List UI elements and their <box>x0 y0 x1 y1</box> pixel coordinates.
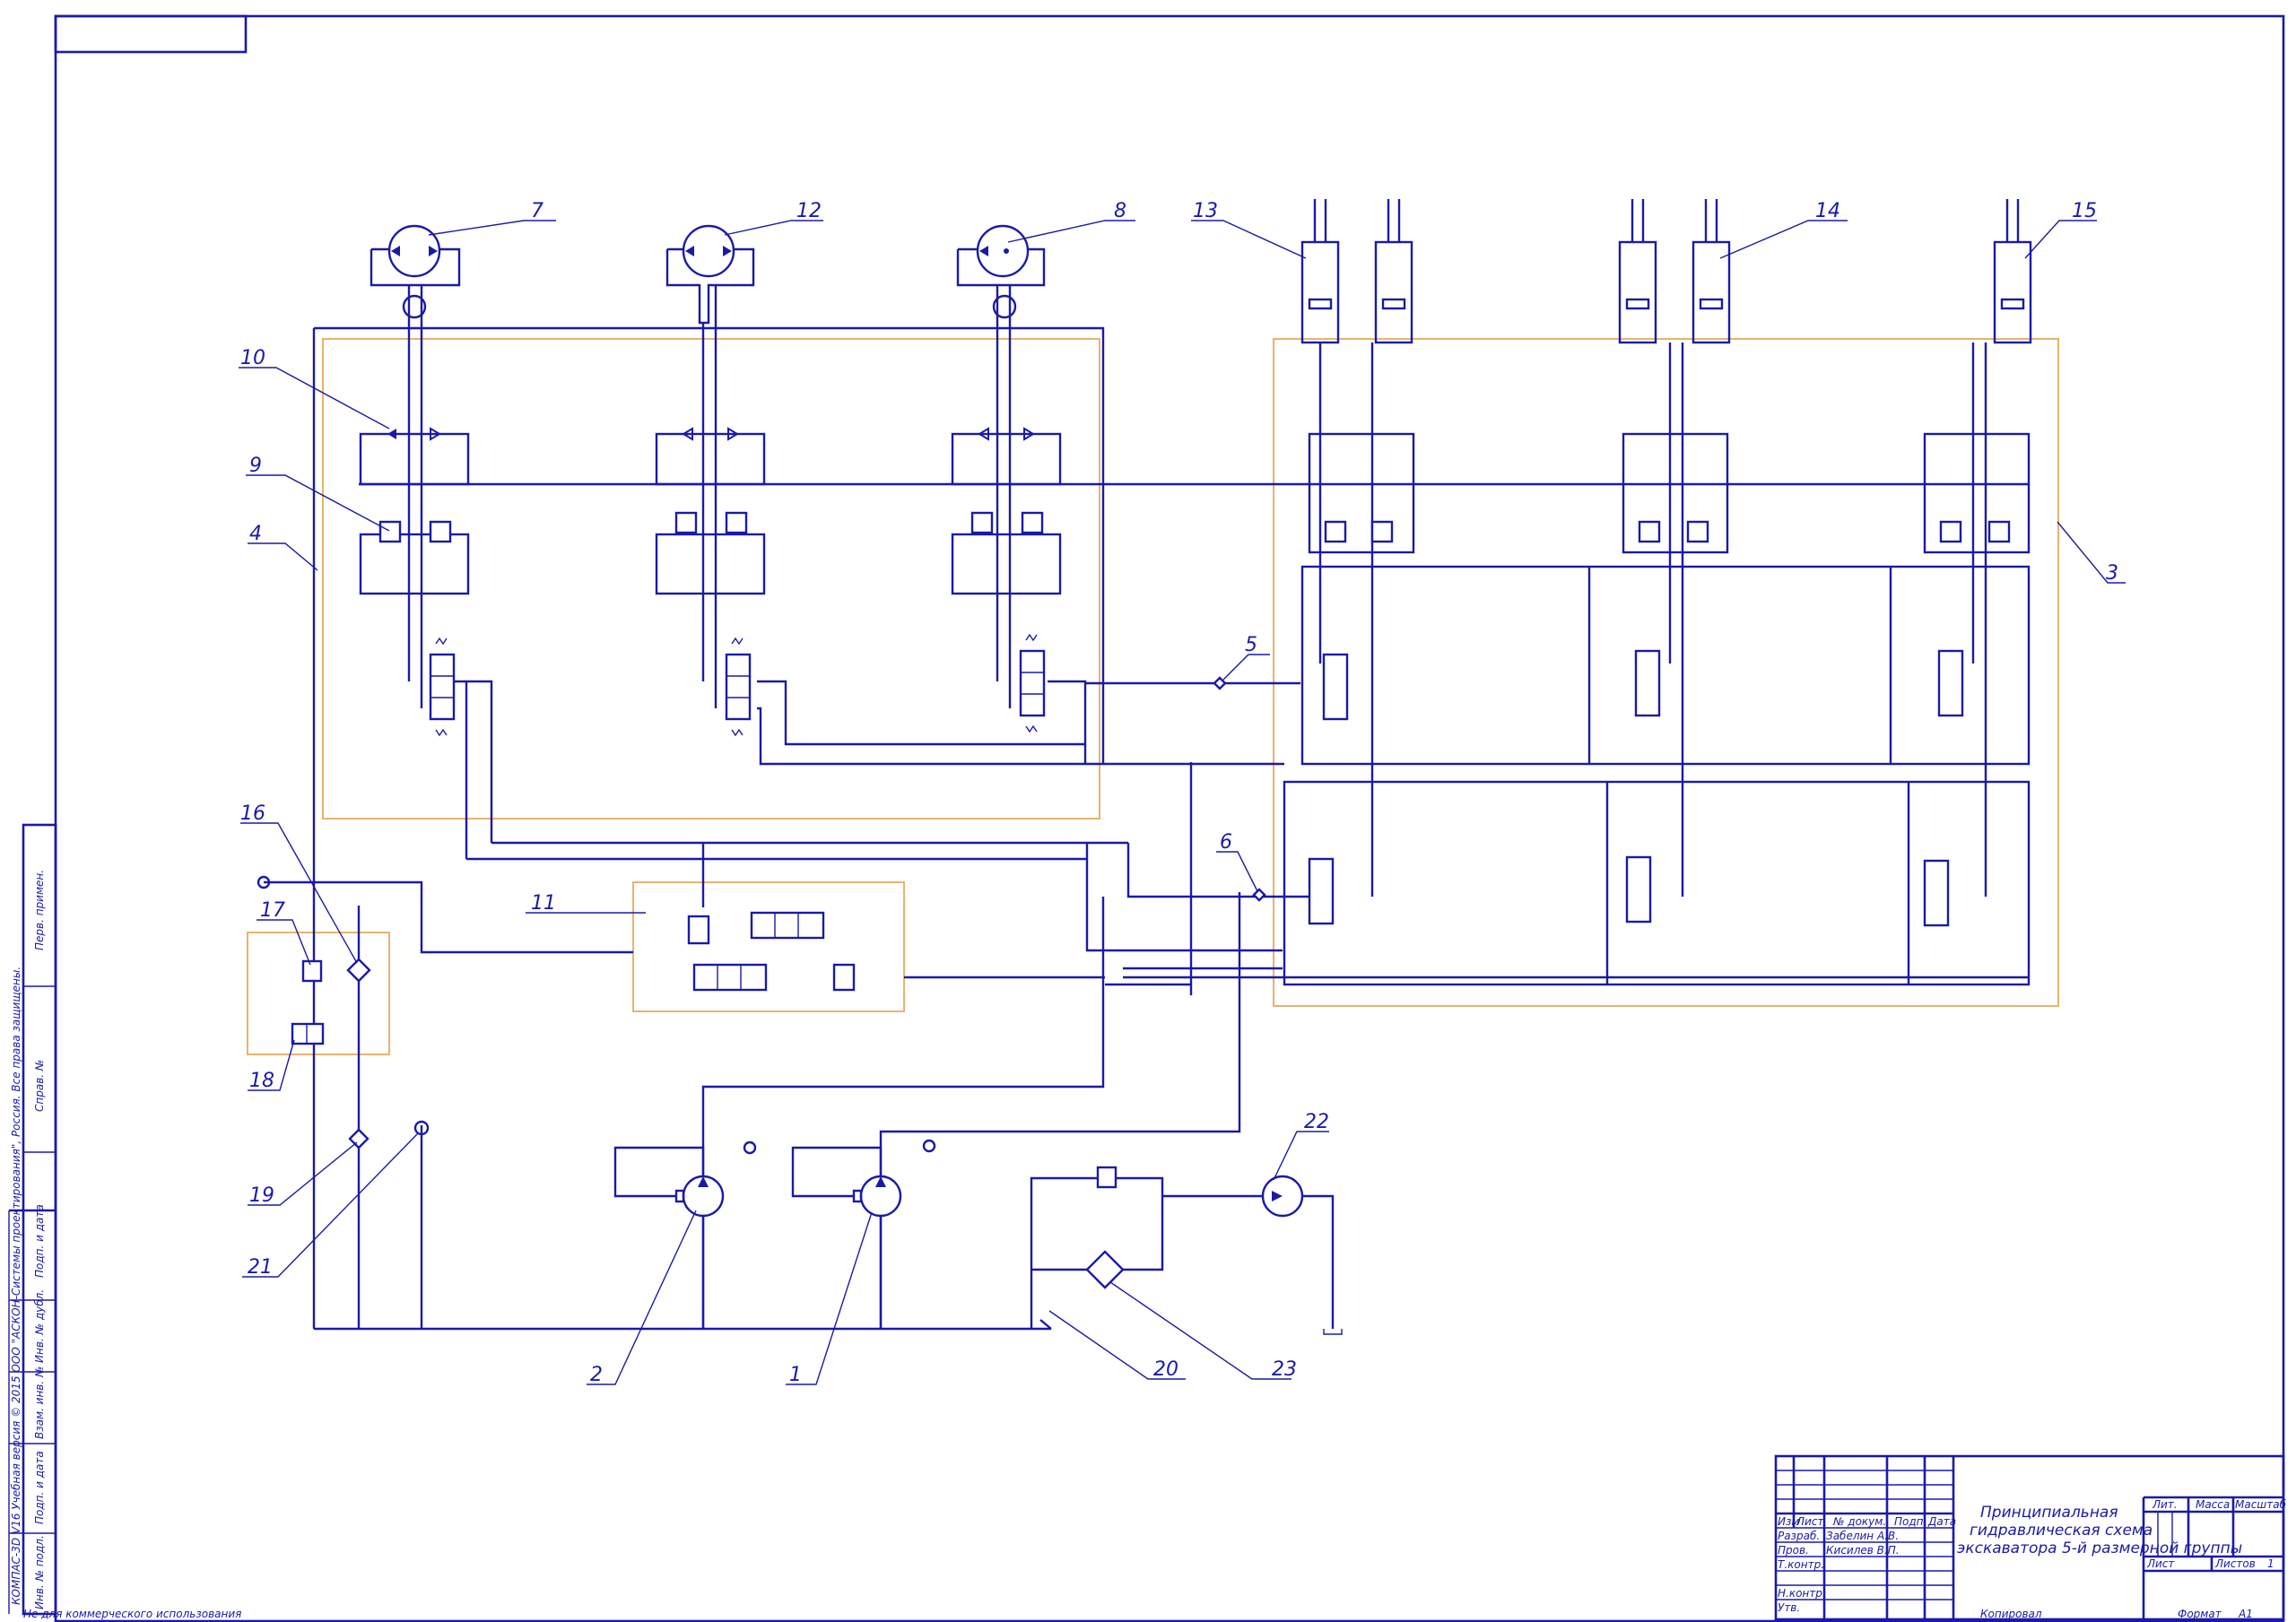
label-8: 8 <box>1114 200 1126 222</box>
motor-12 <box>665 224 755 708</box>
tb-massa: Масса <box>2196 1498 2230 1511</box>
tb-title-1: Принципиальная <box>1980 1504 2118 1522</box>
label-3: 3 <box>2106 562 2118 585</box>
leader-lines <box>239 220 2126 1385</box>
tb-masshtab: Масштаб <box>2235 1498 2287 1511</box>
cylinder-group-13 <box>1300 199 1413 897</box>
inv-dubl-label: Инв. № дубл. <box>33 1289 46 1363</box>
cooling-circuit-22-23 <box>1030 1166 1343 1335</box>
footer-note: Не для коммерческого использования <box>23 1608 241 1620</box>
label-19: 19 <box>249 1184 274 1207</box>
position-labels: 7 12 8 13 14 15 10 9 4 3 5 6 11 16 17 18… <box>240 200 2118 1386</box>
inv-podl-label: Инв. № подл. <box>33 1535 46 1609</box>
hydraulic-schematic-sheet: Перв. примен. Справ. № Подп. и дата Инв.… <box>8 14 2287 1622</box>
label-9: 9 <box>249 455 262 477</box>
tb-col-podp: Подп. <box>1894 1515 1926 1528</box>
directional-valves-left <box>429 633 1046 737</box>
corner-box <box>54 14 248 54</box>
label-17: 17 <box>260 899 285 922</box>
pump-1 <box>791 1139 936 1329</box>
tb-title-3: экскаватора 5-й размерной группы <box>1957 1540 2242 1557</box>
block-11-components <box>687 911 856 992</box>
tb-col-list: Лист <box>1796 1515 1824 1528</box>
tb-list: Лист <box>2146 1557 2175 1570</box>
tb-listov: Листов <box>2214 1557 2256 1570</box>
block-outline-4 <box>322 338 1100 820</box>
tb-format: Формат <box>2178 1608 2222 1620</box>
node-6 <box>1252 888 1266 902</box>
sprav-no-label: Справ. № <box>33 1060 46 1112</box>
check-valve-group-10 <box>359 427 1062 486</box>
pump-2 <box>613 1141 757 1329</box>
relief-valve-group-9 <box>359 511 1062 595</box>
tb-row-razrab: Разраб. <box>1778 1530 1820 1542</box>
license-text: КОМПАС-3D V16 Учебная версия © 2015 ООО … <box>10 967 22 1605</box>
label-6: 6 <box>1220 831 1232 854</box>
tb-format-value: А1 <box>2238 1608 2253 1620</box>
label-12: 12 <box>796 200 822 222</box>
vzam-inv-label: Взам. инв. № <box>33 1366 46 1439</box>
label-15: 15 <box>2072 200 2097 222</box>
side-stamp: Перв. примен. Справ. № Подп. и дата Инв.… <box>8 823 57 1616</box>
tb-listov-value: 1 <box>2267 1557 2274 1570</box>
label-5: 5 <box>1245 634 1257 656</box>
tb-lit: Лит. <box>2152 1498 2178 1511</box>
label-1: 1 <box>789 1364 802 1386</box>
label-4: 4 <box>249 523 262 545</box>
directional-valves-right <box>1308 649 1964 927</box>
label-7: 7 <box>531 200 544 222</box>
label-13: 13 <box>1193 200 1218 222</box>
title-block: Изм Лист № докум. Подп. Дата Разраб. Заб… <box>1774 1454 2287 1621</box>
tb-row-nkontr: Н.контр. <box>1778 1587 1826 1600</box>
block-outline-11 <box>632 881 905 1012</box>
motor-7 <box>370 224 461 708</box>
label-11: 11 <box>531 892 556 915</box>
tb-col-data: Дата <box>1927 1515 1956 1528</box>
tb-prov-name: Кисилев В.П. <box>1826 1544 1900 1557</box>
cylinder-group-14 <box>1618 199 1731 897</box>
label-18: 18 <box>249 1070 274 1092</box>
cylinder-15 <box>1971 199 2032 897</box>
label-20: 20 <box>1153 1358 1178 1381</box>
label-21: 21 <box>248 1256 273 1279</box>
podp-data-label-2: Подп. и дата <box>33 1451 46 1524</box>
tb-col-ndoc: № докум. <box>1832 1515 1886 1528</box>
tb-copied: Копировал <box>1980 1608 2042 1620</box>
label-23: 23 <box>1272 1358 1297 1381</box>
tb-row-utv: Утв. <box>1778 1601 1800 1614</box>
label-16: 16 <box>240 802 265 825</box>
label-22: 22 <box>1304 1111 1329 1133</box>
tb-row-prov: Пров. <box>1778 1544 1809 1557</box>
perv-primen-label: Перв. примен. <box>33 870 46 950</box>
label-2: 2 <box>590 1364 603 1386</box>
podp-data-label-1: Подп. и дата <box>33 1204 46 1278</box>
label-10: 10 <box>240 347 265 369</box>
tb-row-tkontr: Т.контр. <box>1778 1558 1824 1571</box>
tb-title-2: гидравлическая схема <box>1970 1522 2152 1540</box>
tb-razrab-name: Забелин А.В. <box>1826 1530 1899 1542</box>
label-14: 14 <box>1815 200 1840 222</box>
